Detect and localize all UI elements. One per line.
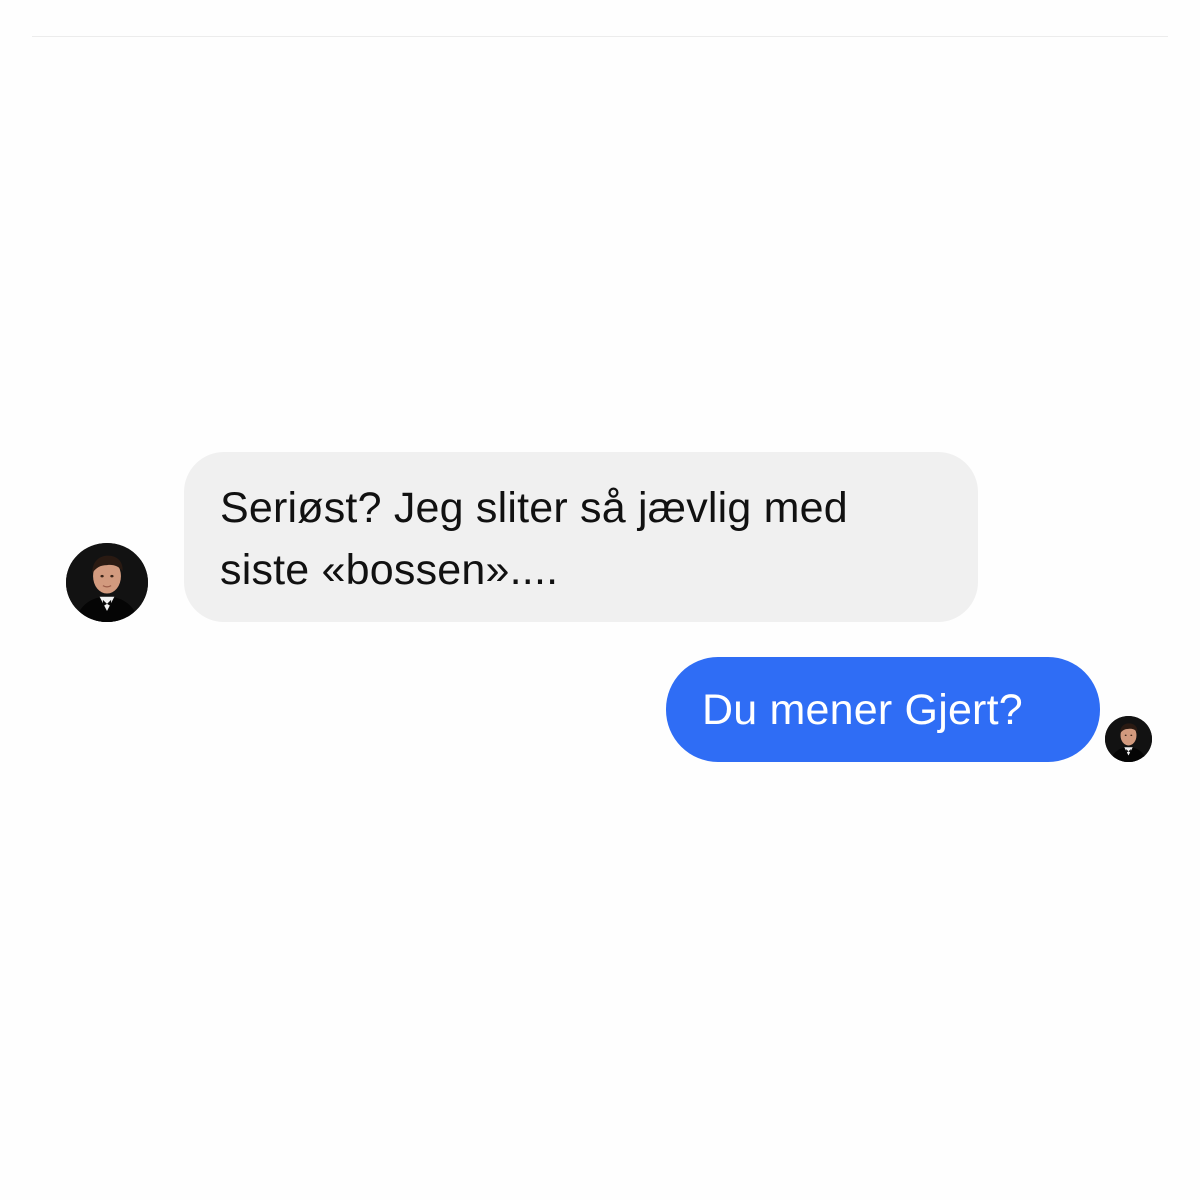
read-receipt-avatar-icon (1105, 716, 1152, 762)
chat-screen: Seriøst? Jeg sliter så jævlig med siste … (0, 0, 1200, 1200)
sender-avatar-icon[interactable] (66, 543, 148, 622)
incoming-message-bubble[interactable]: Seriøst? Jeg sliter så jævlig med siste … (184, 452, 978, 622)
incoming-message-text: Seriøst? Jeg sliter så jævlig med siste … (220, 484, 848, 594)
outgoing-message-bubble[interactable]: Du mener Gjert? (666, 657, 1100, 762)
outgoing-message-text: Du mener Gjert? (702, 686, 1023, 734)
header-divider (32, 36, 1168, 37)
